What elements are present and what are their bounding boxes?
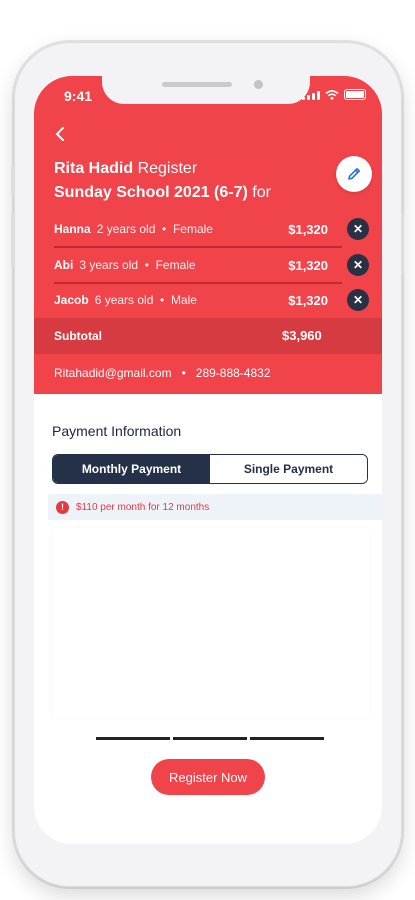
register-now-button[interactable]: Register Now: [151, 759, 265, 795]
subtotal-bar: Subtotal $3,960: [34, 318, 382, 354]
page-indicator-bar: [250, 737, 324, 740]
subtotal-value: $3,960: [282, 328, 322, 343]
child-price: $1,320: [288, 292, 328, 308]
payment-section-title: Payment Information: [52, 423, 182, 439]
payment-info-text: $110 per month for 12 months: [76, 501, 210, 513]
monthly-payment-tab[interactable]: Monthly Payment: [53, 455, 210, 483]
status-time: 9:41: [64, 88, 93, 104]
dot-separator: •: [155, 222, 173, 236]
phone-notch: [102, 76, 310, 104]
payment-type-toggle: Monthly Payment Single Payment: [52, 454, 368, 484]
registration-title-line-2: Sunday School 2021 (6-7) for: [54, 184, 271, 202]
battery-icon: [344, 89, 366, 100]
program-name: Sunday School 2021 (6-7): [54, 184, 248, 201]
side-button-right: [401, 214, 404, 274]
status-icons: [302, 89, 366, 100]
child-age: 2 years old: [96, 222, 156, 236]
child-gender: Female: [155, 258, 196, 272]
child-name: Abi: [54, 258, 74, 272]
register-word: Register: [137, 160, 198, 177]
for-word: for: [252, 184, 271, 201]
payment-form-area: [52, 528, 370, 718]
contact-email: Ritahadid@gmail.com: [54, 366, 172, 380]
dot-separator: •: [138, 258, 156, 272]
child-price: $1,320: [288, 257, 328, 273]
child-age: 6 years old: [94, 293, 154, 307]
contact-phone: 289-888-4832: [195, 366, 271, 380]
child-gender: Female: [172, 222, 213, 236]
parent-name: Rita Hadid: [54, 160, 134, 177]
remove-child-button[interactable]: ✕: [347, 218, 369, 240]
child-price: $1,320: [288, 221, 328, 237]
contact-info: Ritahadid@gmail.com • 289-888-4832: [54, 366, 271, 380]
wifi-icon: [325, 90, 339, 100]
pencil-icon: [348, 168, 360, 180]
child-row: Jacob 6 years old • Male $1,320: [54, 283, 328, 317]
remove-child-button[interactable]: ✕: [347, 289, 369, 311]
registration-header: 9:41 Rita Hadid Register Sunday School 2…: [34, 76, 382, 394]
speaker-grille: [162, 82, 232, 87]
child-row: Abi 3 years old • Female $1,320: [54, 248, 328, 282]
remove-child-button[interactable]: ✕: [347, 254, 369, 276]
front-camera: [254, 80, 263, 89]
child-gender: Male: [170, 293, 197, 307]
page-indicator-bar: [173, 737, 247, 740]
dot-separator: •: [153, 293, 171, 307]
child-age: 3 years old: [79, 258, 139, 272]
child-row: Hanna 2 years old • Female $1,320: [54, 212, 328, 246]
side-button-left-2: [11, 214, 14, 266]
contact-separator: •: [181, 366, 186, 380]
single-payment-tab[interactable]: Single Payment: [210, 455, 367, 483]
subtotal-label: Subtotal: [54, 329, 102, 343]
payment-info-banner: ! $110 per month for 12 months: [48, 494, 382, 520]
app-screen: 9:41 Rita Hadid Register Sunday School 2…: [34, 76, 382, 844]
info-icon: !: [56, 500, 69, 514]
child-name: Hanna: [54, 222, 91, 236]
child-name: Jacob: [54, 293, 89, 307]
signal-icon: [302, 91, 320, 100]
registration-title-line-1: Rita Hadid Register: [54, 160, 197, 178]
edit-button[interactable]: [336, 156, 372, 192]
page-indicator-bar: [96, 737, 170, 740]
side-button-left-1: [11, 165, 14, 197]
back-chevron-icon[interactable]: [54, 124, 76, 146]
